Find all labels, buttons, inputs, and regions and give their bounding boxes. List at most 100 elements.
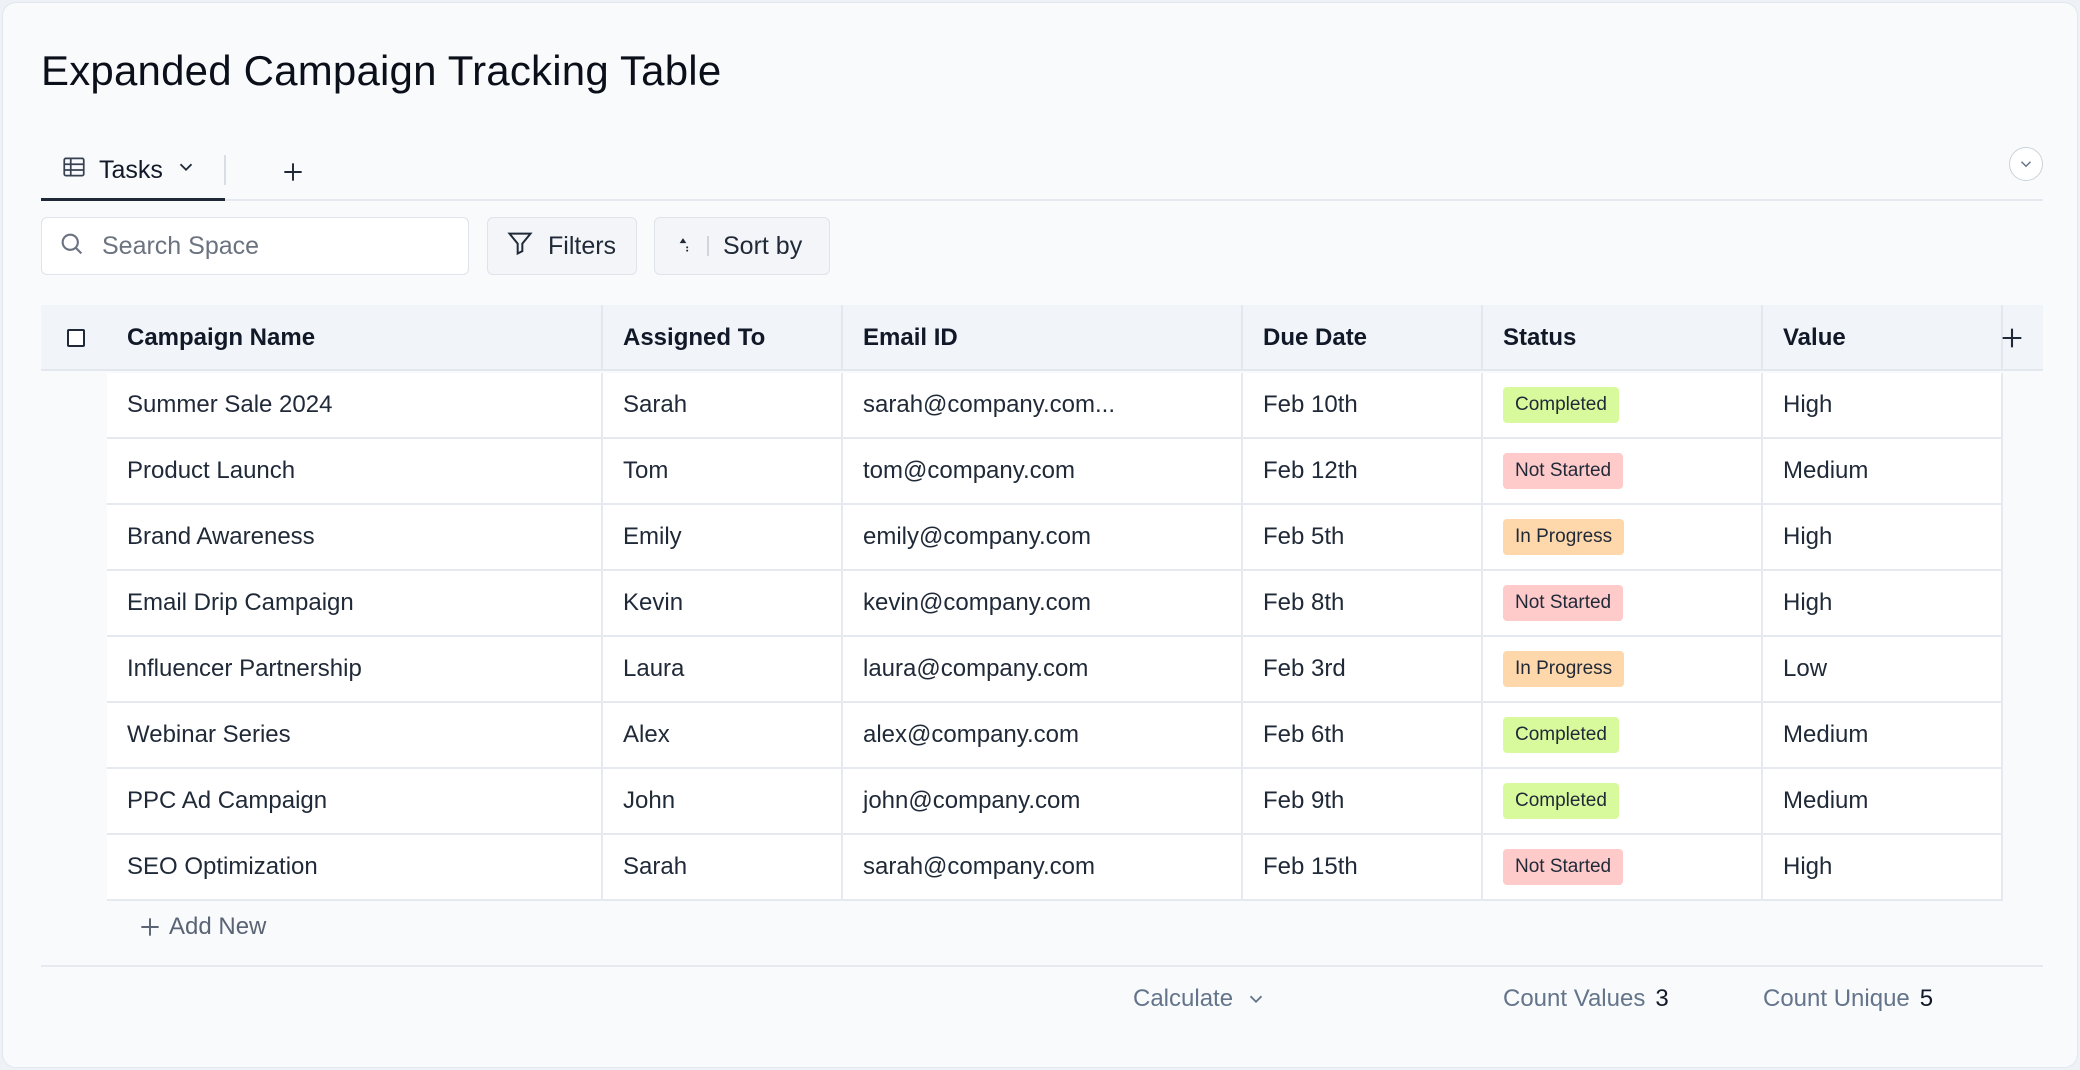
cell-email-id[interactable]: laura@company.com <box>843 637 1243 703</box>
cell-value[interactable]: High <box>1763 571 2003 637</box>
table-row[interactable]: Summer Sale 2024 Sarah sarah@company.com..… <box>41 373 2043 439</box>
column-header-status[interactable]: Status <box>1483 305 1763 371</box>
add-column-button[interactable] <box>1991 317 2033 359</box>
cell-assigned-to[interactable]: Kevin <box>603 571 843 637</box>
table-row[interactable]: Product Launch Tom tom@company.com Feb 12th… <box>41 439 2043 505</box>
cell-value[interactable]: High <box>1763 373 2003 439</box>
cell-assigned-to[interactable]: Sarah <box>603 835 843 901</box>
cell-assigned-to[interactable]: John <box>603 769 843 835</box>
main-card: Expanded Campaign Tracking Table Tasks S… <box>2 2 2078 1068</box>
search-input[interactable] <box>102 231 442 261</box>
cell-status[interactable]: In Progress <box>1483 505 1763 571</box>
cell-status[interactable]: Not Started <box>1483 571 1763 637</box>
tab-divider <box>224 155 226 185</box>
table-row[interactable]: Brand Awareness Emily emily@company.com Feb… <box>41 505 2043 571</box>
count-unique-label: Count Unique <box>1763 985 1910 1012</box>
cell-value[interactable]: Medium <box>1763 769 2003 835</box>
cell-email-id[interactable]: tom@company.com <box>843 439 1243 505</box>
cell-status[interactable]: Completed <box>1483 769 1763 835</box>
filter-icon <box>506 229 534 264</box>
add-view-button[interactable] <box>273 152 313 192</box>
cell-status[interactable]: Completed <box>1483 703 1763 769</box>
status-badge: Completed <box>1503 387 1619 423</box>
filters-label: Filters <box>548 231 617 260</box>
count-unique-stat[interactable]: Count Unique 5 <box>1763 985 1933 1013</box>
plus-icon <box>2002 328 2022 348</box>
plus-icon <box>284 163 302 181</box>
table-row[interactable]: Email Drip Campaign Kevin kevin@company.co… <box>41 571 2043 637</box>
collapse-button[interactable] <box>2009 147 2043 181</box>
cell-email-id[interactable]: emily@company.com <box>843 505 1243 571</box>
cell-assigned-to[interactable]: Tom <box>603 439 843 505</box>
add-new-label: Add New <box>169 913 267 940</box>
column-header-due-date[interactable]: Due Date <box>1243 305 1483 371</box>
cell-campaign-name[interactable]: Brand Awareness <box>107 505 603 571</box>
cell-value[interactable]: Medium <box>1763 703 2003 769</box>
cell-assigned-to[interactable]: Alex <box>603 703 843 769</box>
cell-due-date[interactable]: Feb 5th <box>1243 505 1483 571</box>
cell-campaign-name[interactable]: Product Launch <box>107 439 603 505</box>
column-header-assigned-to[interactable]: Assigned To <box>603 305 843 371</box>
table-row[interactable]: PPC Ad Campaign John john@company.com Feb 9… <box>41 769 2043 835</box>
cell-due-date[interactable]: Feb 6th <box>1243 703 1483 769</box>
table-footer: Calculate Count Values 3 Count Unique 5 <box>41 967 2043 1033</box>
cell-email-id[interactable]: sarah@company.com <box>843 835 1243 901</box>
search-box[interactable] <box>41 217 469 275</box>
cell-status[interactable]: In Progress <box>1483 637 1763 703</box>
cell-campaign-name[interactable]: Email Drip Campaign <box>107 571 603 637</box>
status-badge: Completed <box>1503 783 1619 819</box>
cell-value[interactable]: High <box>1763 505 2003 571</box>
cell-campaign-name[interactable]: Webinar Series <box>107 703 603 769</box>
cell-due-date[interactable]: Feb 15th <box>1243 835 1483 901</box>
cell-email-id[interactable]: alex@company.com <box>843 703 1243 769</box>
table-row[interactable]: Webinar Series Alex alex@company.com Feb 6t… <box>41 703 2043 769</box>
filters-button[interactable]: Filters <box>487 217 637 275</box>
status-badge: In Progress <box>1503 651 1625 687</box>
count-values-number: 3 <box>1655 985 1669 1012</box>
count-unique-number: 5 <box>1919 985 1934 1012</box>
calculate-label: Calculate <box>1133 985 1234 1012</box>
cell-email-id[interactable]: kevin@company.com <box>843 571 1243 637</box>
sort-icon <box>673 232 693 261</box>
chevron-down-icon <box>1249 995 1263 1004</box>
cell-status[interactable]: Not Started <box>1483 835 1763 901</box>
cell-value[interactable]: High <box>1763 835 2003 901</box>
column-header-value[interactable]: Value <box>1763 305 2003 371</box>
cell-due-date[interactable]: Feb 9th <box>1243 769 1483 835</box>
cell-email-id[interactable]: john@company.com <box>843 769 1243 835</box>
status-badge: Completed <box>1503 717 1619 753</box>
calculate-dropdown[interactable]: Calculate <box>1133 985 1267 1013</box>
page-title: Expanded Campaign Tracking Table <box>41 47 722 94</box>
chevron-down-icon[interactable] <box>175 156 197 185</box>
cell-assigned-to[interactable]: Emily <box>603 505 843 571</box>
column-header-campaign-name[interactable]: Campaign Name <box>107 305 603 371</box>
view-tabs: Tasks <box>41 143 2043 201</box>
cell-campaign-name[interactable]: PPC Ad Campaign <box>107 769 603 835</box>
chevron-down-icon <box>2020 161 2032 168</box>
cell-email-id[interactable]: sarah@company.com... <box>843 373 1243 439</box>
table-icon <box>61 154 87 187</box>
column-header-email-id[interactable]: Email ID <box>843 305 1243 371</box>
cell-campaign-name[interactable]: Influencer Partnership <box>107 637 603 703</box>
cell-due-date[interactable]: Feb 8th <box>1243 571 1483 637</box>
cell-assigned-to[interactable]: Laura <box>603 637 843 703</box>
table-row[interactable]: Influencer Partnership Laura laura@company… <box>41 637 2043 703</box>
sort-button[interactable]: Sort by <box>654 217 830 275</box>
count-values-stat[interactable]: Count Values 3 <box>1503 985 1669 1013</box>
select-all-checkbox[interactable] <box>67 329 85 347</box>
cell-campaign-name[interactable]: Summer Sale 2024 <box>107 373 603 439</box>
cell-value[interactable]: Medium <box>1763 439 2003 505</box>
cell-status[interactable]: Completed <box>1483 373 1763 439</box>
table-row[interactable]: SEO Optimization Sarah sarah@company.com Fe… <box>41 835 2043 901</box>
cell-due-date[interactable]: Feb 12th <box>1243 439 1483 505</box>
status-badge: Not Started <box>1503 453 1624 489</box>
cell-value[interactable]: Low <box>1763 637 2003 703</box>
status-badge: Not Started <box>1503 585 1624 621</box>
add-new-button[interactable]: Add New <box>137 913 266 941</box>
cell-due-date[interactable]: Feb 10th <box>1243 373 1483 439</box>
cell-assigned-to[interactable]: Sarah <box>603 373 843 439</box>
cell-due-date[interactable]: Feb 3rd <box>1243 637 1483 703</box>
tab-tasks[interactable]: Tasks <box>41 143 225 201</box>
cell-status[interactable]: Not Started <box>1483 439 1763 505</box>
cell-campaign-name[interactable]: SEO Optimization <box>107 835 603 901</box>
